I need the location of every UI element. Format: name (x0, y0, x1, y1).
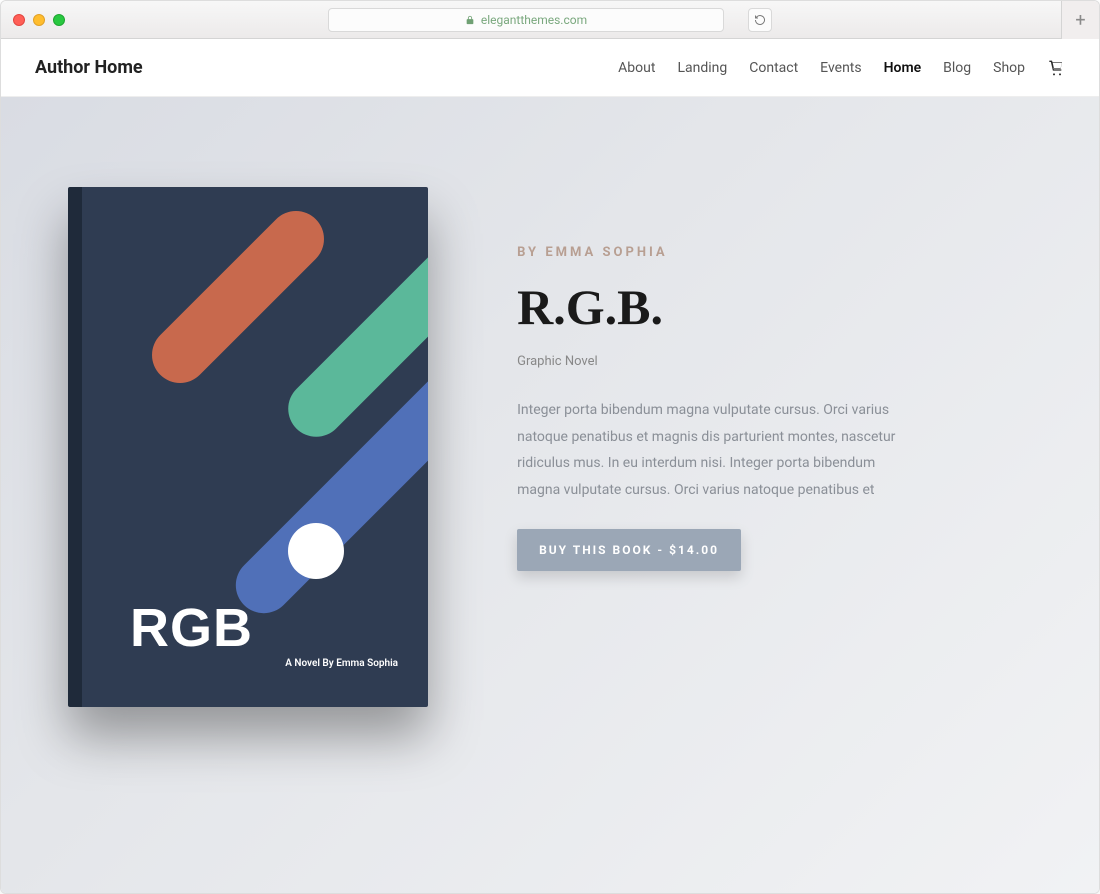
close-window-button[interactable] (13, 14, 25, 26)
nav-home[interactable]: Home (884, 60, 922, 76)
cover-dot (288, 523, 344, 579)
hero-section: RGB A Novel By Emma Sophia BY EMMA SOPHI… (1, 97, 1099, 893)
hero-book-column: RGB A Novel By Emma Sophia (1, 97, 495, 893)
primary-nav: About Landing Contact Events Home Blog S… (618, 60, 1065, 76)
book-title-heading: R.G.B. (517, 278, 1009, 336)
url-text: elegantthemes.com (481, 13, 587, 27)
hero-text-column: BY EMMA SOPHIA R.G.B. Graphic Novel Inte… (495, 97, 1099, 893)
nav-events[interactable]: Events (820, 60, 861, 76)
cover-stripe-orange (140, 199, 335, 394)
address-bar[interactable]: elegantthemes.com (328, 8, 724, 32)
window-controls (13, 14, 65, 26)
reload-button[interactable] (748, 8, 772, 32)
cart-icon[interactable] (1047, 60, 1065, 76)
book-description: Integer porta bibendum magna vulputate c… (517, 397, 917, 503)
maximize-window-button[interactable] (53, 14, 65, 26)
book-cover-subtitle: A Novel By Emma Sophia (285, 658, 398, 669)
book-face: RGB A Novel By Emma Sophia (82, 187, 428, 707)
nav-contact[interactable]: Contact (749, 60, 798, 76)
lock-icon (465, 15, 475, 25)
address-bar-group: elegantthemes.com (328, 8, 772, 32)
nav-shop[interactable]: Shop (993, 60, 1025, 76)
browser-chrome-bar: elegantthemes.com + (1, 1, 1099, 39)
new-tab-button[interactable]: + (1061, 1, 1099, 39)
site-header: Author Home About Landing Contact Events… (1, 39, 1099, 97)
site-logo[interactable]: Author Home (35, 57, 143, 78)
buy-button[interactable]: BUY THIS BOOK - $14.00 (517, 529, 741, 571)
browser-window: elegantthemes.com + Author Home About La… (0, 0, 1100, 894)
minimize-window-button[interactable] (33, 14, 45, 26)
book-subtype: Graphic Novel (517, 354, 1009, 369)
nav-blog[interactable]: Blog (943, 60, 971, 76)
nav-landing[interactable]: Landing (677, 60, 727, 76)
book-spine (68, 187, 82, 707)
book-cover: RGB A Novel By Emma Sophia (68, 187, 428, 707)
nav-about[interactable]: About (618, 60, 655, 76)
byline: BY EMMA SOPHIA (517, 245, 1009, 260)
book-cover-title: RGB (130, 597, 253, 659)
